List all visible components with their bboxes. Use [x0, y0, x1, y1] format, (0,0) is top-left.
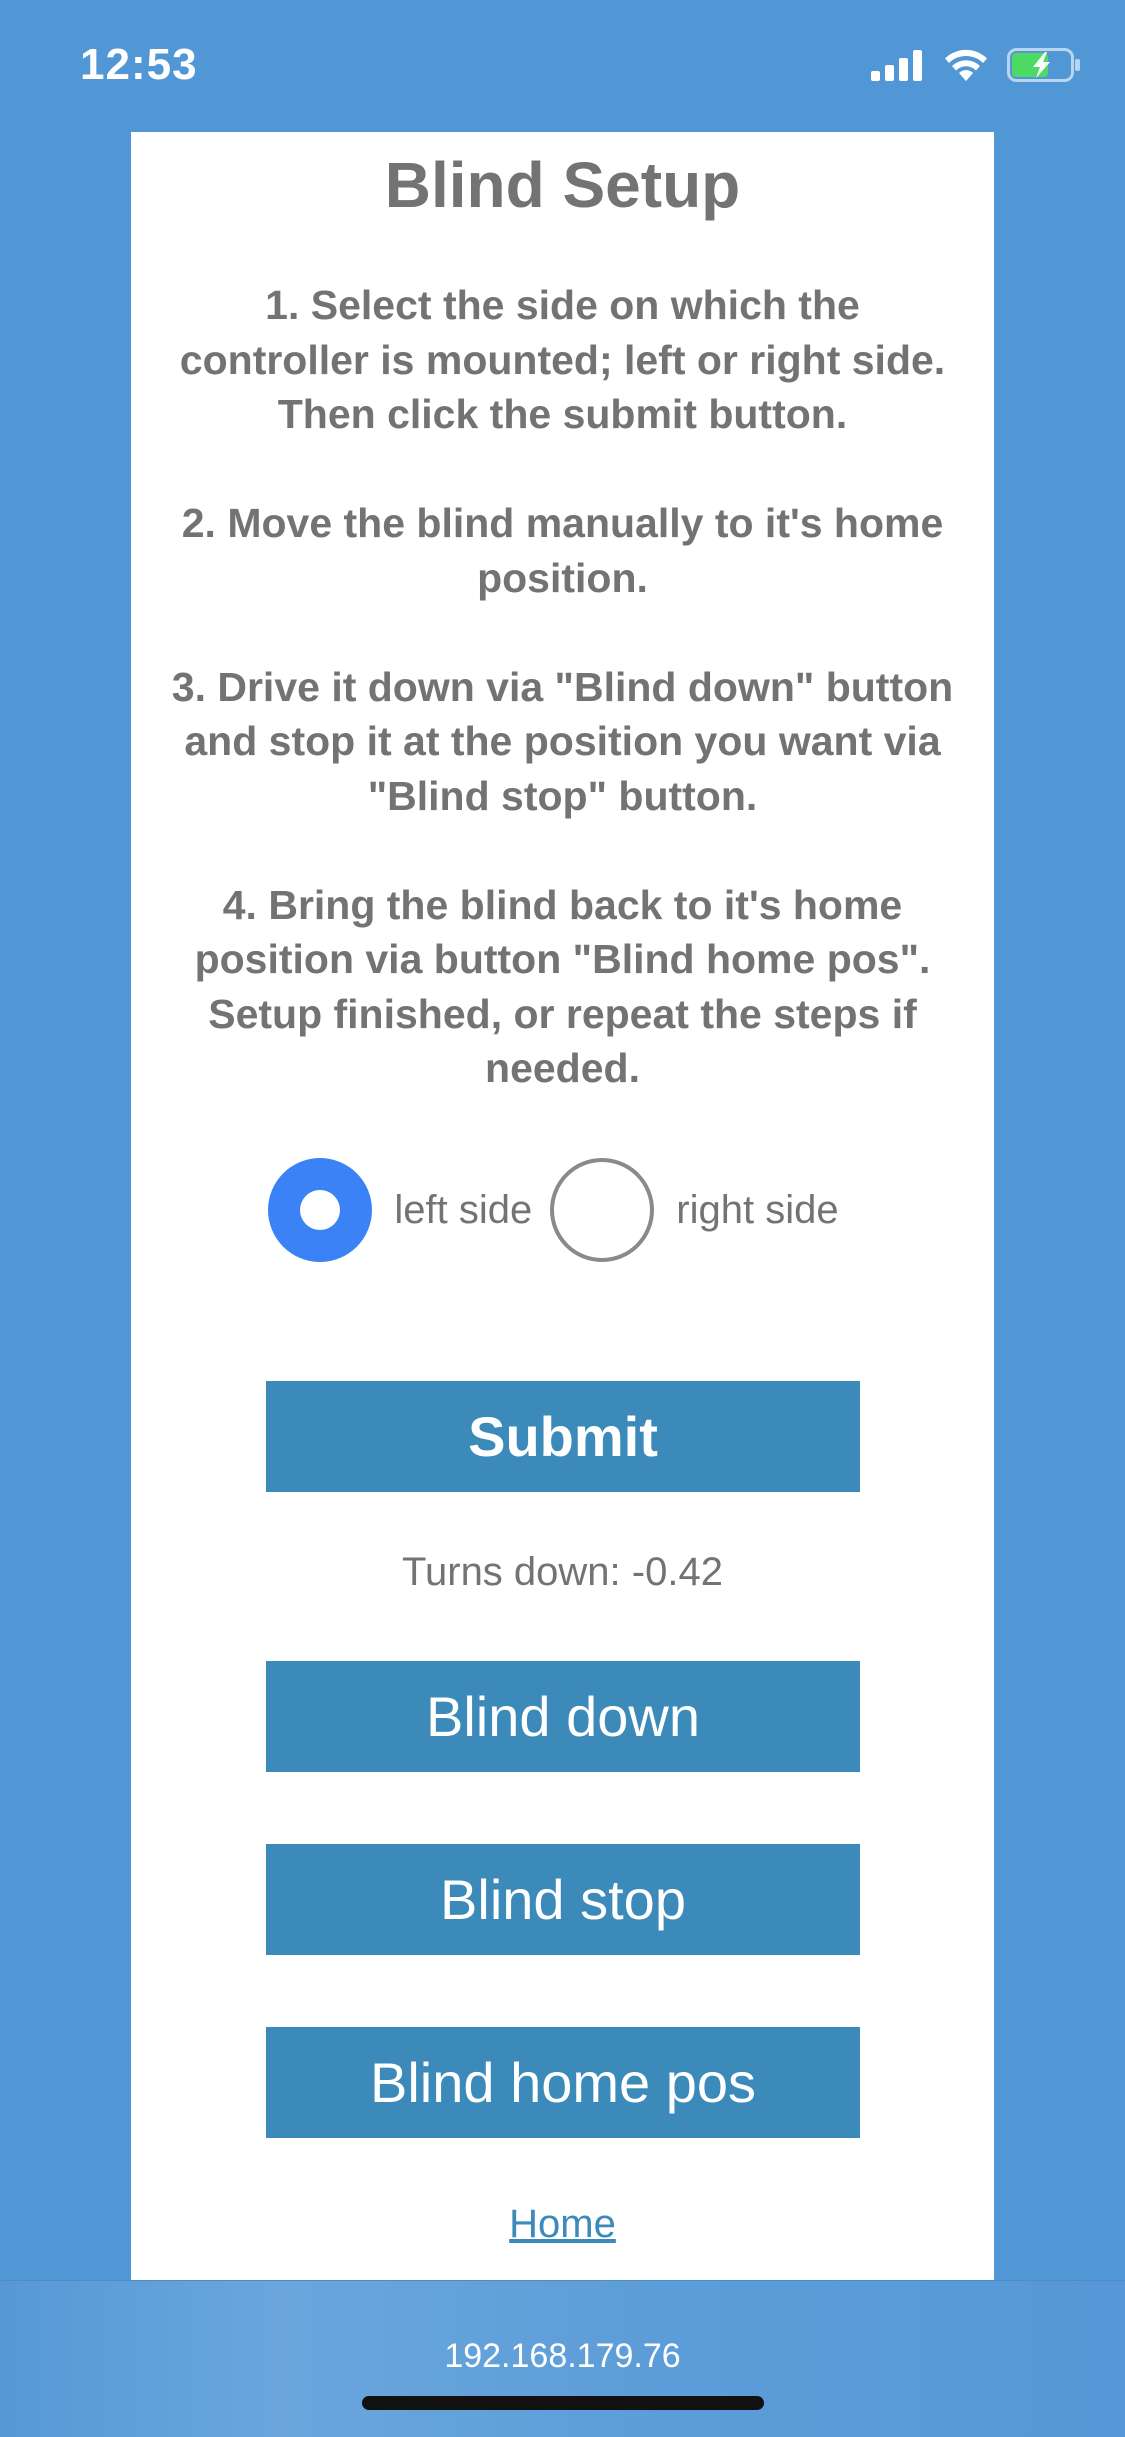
blind-down-button[interactable]: Blind down	[266, 1661, 860, 1772]
status-icons	[871, 48, 1081, 87]
right-side-label[interactable]: right side	[676, 1188, 838, 1233]
submit-button[interactable]: Submit	[266, 1381, 860, 1492]
turns-down-readout: Turns down: -0.42	[402, 1550, 723, 1594]
instruction-step-1: 1. Select the side on which the controll…	[179, 282, 946, 437]
home-indicator[interactable]	[362, 2396, 764, 2410]
instructions: 1. Select the side on which the controll…	[171, 278, 954, 1150]
right-side-radio[interactable]	[550, 1158, 655, 1262]
url-text[interactable]: 192.168.179.76	[0, 2337, 1125, 2376]
home-link[interactable]: Home	[131, 2202, 994, 2247]
mount-side-radio-group: left side right side	[131, 1158, 994, 1262]
instruction-step-4: 4. Bring the blind back to it's home pos…	[194, 881, 931, 1092]
cellular-signal-icon	[871, 49, 925, 86]
status-time: 12:53	[80, 40, 198, 89]
left-side-label[interactable]: left side	[394, 1188, 532, 1233]
wifi-icon	[943, 48, 989, 87]
status-bar: 12:53	[0, 0, 1125, 132]
setup-card: Blind Setup 1. Select the side on which …	[131, 132, 994, 2280]
browser-url-bar[interactable]: 192.168.179.76	[0, 2280, 1125, 2437]
blind-stop-button[interactable]: Blind stop	[266, 1844, 860, 1955]
blind-home-pos-button[interactable]: Blind home pos	[266, 2027, 860, 2138]
instruction-step-3: 3. Drive it down via "Blind down" button…	[171, 663, 954, 819]
battery-charging-icon	[1007, 48, 1081, 87]
page-title: Blind Setup	[384, 149, 741, 221]
left-side-radio[interactable]	[268, 1158, 373, 1262]
instruction-step-2: 2. Move the blind manually to it's home …	[181, 500, 944, 601]
